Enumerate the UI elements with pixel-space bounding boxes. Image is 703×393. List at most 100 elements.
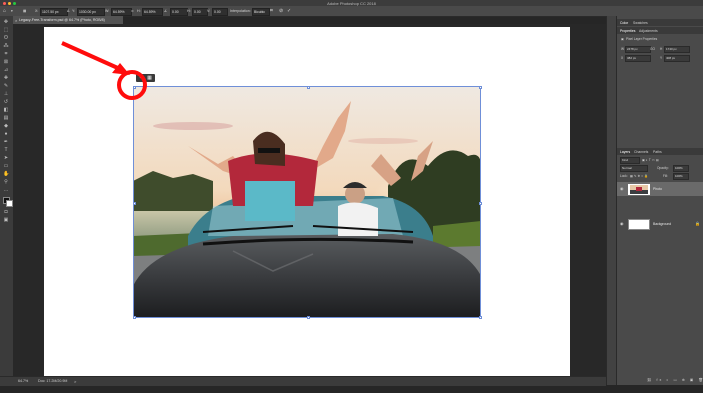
visibility-eye-icon[interactable]: ◉ [620, 221, 624, 226]
annotation-arrow-icon [61, 41, 130, 75]
move-tool-preset-icon[interactable]: ▾ [11, 8, 13, 14]
y-position-field[interactable]: 1030.00 px [77, 8, 105, 16]
properties-panel-tabs: Properties Adjustments [617, 27, 703, 34]
link-label[interactable]: GO [650, 47, 655, 51]
cancel-icon[interactable]: ⊘ [279, 8, 283, 14]
width-field[interactable]: 64.59% [111, 8, 132, 16]
tab-swatches[interactable]: Swatches [633, 21, 648, 25]
tab-paths[interactable]: Paths [653, 150, 662, 154]
height-field[interactable]: 1740 px [664, 46, 690, 53]
tab-properties[interactable]: Properties [620, 29, 635, 33]
layer-name-background[interactable]: Background [653, 222, 671, 226]
interpolation-label: Interpolation: [230, 9, 251, 13]
dodge-tool-icon[interactable]: ● [3, 131, 9, 137]
grid-toggle-icon[interactable]: ▦ [146, 75, 153, 81]
y-label: Y [660, 56, 663, 60]
zoom-tool-icon[interactable]: ⚲ [3, 179, 9, 185]
fill-label: Fill: [663, 174, 668, 178]
eraser-tool-icon[interactable]: ◧ [3, 107, 9, 113]
doc-size-info: Doc: 17.2M/20.9M [38, 379, 68, 383]
zoom-level[interactable]: 64.7% [18, 379, 28, 383]
y-field[interactable]: 408 px [664, 55, 690, 62]
history-brush-tool-icon[interactable]: ↺ [3, 99, 9, 105]
path-selection-tool-icon[interactable]: ➤ [3, 155, 9, 161]
move-tool-icon[interactable]: ✥ [3, 19, 9, 25]
crop-tool-icon[interactable]: ⌗ [3, 51, 9, 57]
lock-options-icons[interactable]: ▦✎✥⌗🔒 [630, 174, 649, 178]
handle-top-center[interactable] [306, 85, 310, 89]
tab-color[interactable]: Color [620, 21, 628, 25]
brush-tool-icon[interactable]: ✎ [3, 83, 9, 89]
status-menu-arrow[interactable]: > [74, 379, 76, 384]
pen-tool-icon[interactable]: ✒ [3, 139, 9, 145]
w-label: W [621, 47, 625, 51]
type-tool-icon[interactable]: T [3, 147, 9, 153]
quick-mask-icon[interactable]: ◘ [3, 209, 9, 215]
layer-row-background[interactable]: ◉ Background 🔒 [617, 217, 703, 231]
commit-icon[interactable]: ✓ [287, 8, 291, 14]
status-bar: 64.7% Doc: 17.2M/20.9M > [0, 376, 606, 386]
layer-thumbnail-photo [628, 183, 650, 195]
fill-field[interactable]: 100% [673, 173, 689, 180]
more-tools-icon[interactable]: … [3, 187, 9, 193]
background-color-swatch[interactable] [6, 200, 13, 207]
h-skew-field[interactable]: 0.00 [192, 8, 208, 16]
visibility-eye-icon[interactable]: ◉ [620, 186, 624, 191]
x-position-field[interactable]: 1107.50 px [40, 8, 68, 16]
blend-mode-select[interactable]: Normal [620, 165, 648, 172]
h-label: H [660, 47, 663, 51]
eyedropper-tool-icon[interactable]: ⊿ [3, 67, 9, 73]
rectangle-tool-icon[interactable]: ▭ [3, 163, 9, 169]
angle-field[interactable]: 0.00 [170, 8, 188, 16]
h-label: H: [137, 9, 141, 13]
home-icon[interactable]: ⌂ [3, 8, 6, 14]
handle-bottom-right[interactable] [478, 315, 482, 319]
handle-bottom-left[interactable] [132, 315, 136, 319]
opacity-field[interactable]: 100% [673, 165, 689, 172]
warp-mode-icon[interactable]: ⌗ [270, 8, 273, 14]
tools-panel: ✥ ⬚ ʘ ⁂ ⌗ ⊠ ⊿ ✚ ✎ ⊥ ↺ ◧ ▤ ◆ ● ✒ T ➤ ▭ ✋ … [0, 16, 14, 384]
delta-icon[interactable]: Δ [67, 8, 69, 14]
layer-row-photo[interactable]: ◉ Photo [617, 182, 703, 196]
handle-middle-left[interactable] [132, 201, 136, 205]
document-tab[interactable]: × Legacy-Free-Transform.psd @ 64.7% (Pho… [13, 16, 123, 24]
handle-middle-right[interactable] [478, 201, 482, 205]
opacity-label: Opacity: [657, 166, 669, 170]
tab-channels[interactable]: Channels [634, 150, 648, 154]
h-skew-label: H: [187, 9, 191, 13]
right-panels: Color Swatches Properties Adjustments ▣ … [616, 16, 703, 385]
v-skew-field[interactable]: 0.00 [212, 8, 228, 16]
handle-top-right[interactable] [478, 85, 482, 89]
layer-actions-icons[interactable]: ⛓ fx ◐ ▭ ⊕ ▣ 🗑 [647, 378, 703, 382]
blur-tool-icon[interactable]: ◆ [3, 123, 9, 129]
marquee-tool-icon[interactable]: ⬚ [3, 27, 9, 33]
layer-thumbnail-background [628, 218, 650, 230]
x-field[interactable]: 382 px [625, 55, 651, 62]
document-tab-label: Legacy-Free-Transform.psd @ 64.7% (Photo… [19, 17, 105, 22]
close-tab-icon[interactable]: × [15, 18, 17, 23]
handle-bottom-center[interactable] [306, 315, 310, 319]
frame-tool-icon[interactable]: ⊠ [3, 59, 9, 65]
reference-point-icon[interactable]: ▦ [23, 8, 26, 14]
lock-label: Lock: [620, 174, 628, 178]
link-icon[interactable]: ∞ [131, 8, 134, 14]
screen-mode-icon[interactable]: ▣ [3, 217, 9, 223]
width-field[interactable]: 2478 px [625, 46, 651, 53]
color-panel-tabs: Color Swatches [617, 19, 703, 26]
layer-filter-kind[interactable]: Kind [620, 157, 640, 164]
layer-name-photo[interactable]: Photo [653, 187, 662, 191]
layer-filter-icons[interactable]: ▣◐T▭▤ [642, 158, 660, 162]
tab-adjustments[interactable]: Adjustments [639, 29, 658, 33]
hand-tool-icon[interactable]: ✋ [3, 171, 9, 177]
transform-bounding-box[interactable] [132, 85, 482, 319]
gradient-tool-icon[interactable]: ▤ [3, 115, 9, 121]
lasso-tool-icon[interactable]: ʘ [3, 35, 9, 41]
quick-select-tool-icon[interactable]: ⁂ [3, 43, 9, 49]
interpolation-select[interactable]: Bicubic [252, 8, 270, 16]
height-field[interactable]: 64.59% [142, 8, 163, 16]
pixel-layer-icon: ▣ [621, 37, 625, 41]
tab-layers[interactable]: Layers [620, 150, 630, 154]
clone-stamp-tool-icon[interactable]: ⊥ [3, 91, 9, 97]
healing-brush-tool-icon[interactable]: ✚ [3, 75, 9, 81]
x-label: X: [35, 9, 39, 13]
